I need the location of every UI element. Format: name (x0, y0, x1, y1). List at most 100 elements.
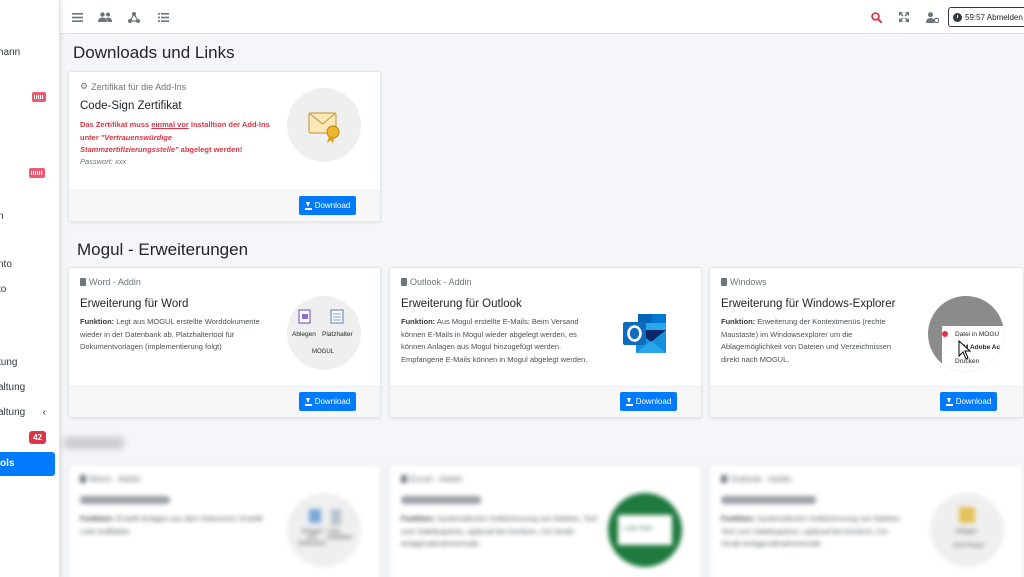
sidebar-item-label: n (0, 207, 4, 227)
sidebar-item-1[interactable] (0, 87, 59, 107)
card-footer: Download (710, 386, 1023, 417)
logout-timer-button[interactable]: 59:57 Abmelden (948, 7, 1024, 27)
card-description: Funktion: Erweiterung der Kontextmenüs (… (721, 316, 911, 366)
card-header-label: Word - Addin (89, 474, 141, 484)
card-footer: Download (390, 386, 701, 417)
download-button[interactable]: Download (299, 196, 356, 215)
blurred-ribbon-icon: Ablagen (AA) Pause (930, 493, 1004, 567)
blurred-title (80, 496, 170, 504)
download-button[interactable]: Download (299, 392, 356, 411)
card-header-label: Outlook - Addin (730, 474, 792, 484)
gear-icon: ⚙ (80, 81, 89, 91)
sidebar-item-label: altung (0, 382, 26, 393)
function-label: Funktion: (721, 514, 756, 523)
user-settings-icon[interactable] (924, 9, 940, 25)
card-header: Word - Addin (80, 277, 141, 287)
blurred-card-excel: Excel - Addin Funktion: Systematische Um… (389, 464, 702, 577)
clock-icon (953, 12, 962, 22)
card-header-label: Zertifikat für die Add-Ins (91, 81, 187, 92)
card-header: Windows (721, 277, 767, 287)
sidebar-user-name[interactable]: hann (0, 43, 59, 63)
sidebar-item-tools-active[interactable]: ols (0, 452, 55, 476)
certificate-password: Passwort: xxx (80, 157, 127, 166)
mogul-heading: Mogul - Erweiterungen (77, 240, 249, 259)
context-menu-screenshot: Datei in MOGU M Adobe Ac Drucken (928, 296, 1004, 372)
download-button[interactable]: Download (940, 392, 997, 411)
card-title: Erweiterung für Outlook (401, 298, 522, 310)
download-icon (304, 201, 312, 210)
search-icon[interactable] (868, 9, 884, 25)
card-footer: Download (69, 190, 380, 221)
function-label: Funktion: (80, 317, 115, 326)
file-icon (80, 278, 86, 286)
users-icon[interactable] (97, 9, 113, 25)
sidebar: hann n nto to tung altung altung ‹ 42 ol… (0, 0, 60, 577)
file-icon (721, 475, 727, 483)
function-label: Funktion: (721, 317, 756, 326)
file-icon (401, 278, 407, 286)
sidebar-item-label: nto (0, 259, 12, 270)
windows-explorer-card: Windows Erweiterung für Windows-Explorer… (709, 267, 1024, 418)
card-description: Funktion: Legt aus MOGUL erstellte Wordd… (80, 316, 270, 354)
sidebar-item-label: tung (0, 357, 18, 368)
card-header: Outlook - Addin (721, 474, 792, 484)
blurred-icon-label: (AA) Pause (953, 543, 984, 549)
word-addin-card: Word - Addin Erweiterung für Word Funkti… (68, 267, 381, 418)
sidebar-item-4[interactable]: nto (0, 255, 59, 275)
sidebar-item-5[interactable]: to (0, 280, 59, 300)
blurred-icon-shape (331, 509, 341, 525)
blurred-section-heading (64, 437, 124, 449)
blurred-card-word: Word - Addin Funktion: Erstellt Anlagen … (68, 464, 381, 577)
sidebar-item-2[interactable] (0, 163, 59, 183)
card-footer: Download (69, 386, 380, 417)
card-description: Funktion: Systematische Umbenennung von … (401, 513, 601, 551)
file-icon (721, 278, 727, 286)
warning-emphasis: einmal vor (151, 120, 189, 129)
sidebar-item-8[interactable]: altung ‹ (0, 403, 59, 423)
download-icon (625, 397, 633, 406)
ribbon-group-label: MOGUL (312, 349, 335, 355)
sidebar-item-label: ols (0, 458, 15, 469)
certificate-icon (287, 88, 361, 162)
function-label: Funktion: (401, 514, 436, 523)
list-icon[interactable] (155, 9, 171, 25)
blurred-icon-shape (309, 509, 321, 523)
card-title: Erweiterung für Word (80, 298, 189, 310)
sidebar-pill-badge (32, 92, 46, 102)
blurred-title (721, 496, 816, 504)
excel-logo-icon: Leitz-Tools (608, 493, 682, 567)
card-header-label: Windows (730, 277, 767, 287)
card-header: Excel - Addin (401, 474, 463, 484)
download-button-label: Download (635, 397, 672, 406)
chevron-left-icon: ‹ (42, 407, 46, 418)
certificate-warning: Das Zertifikat muss einmal vor Installti… (80, 119, 270, 157)
ribbon-label-ablegen: Ablegen (292, 331, 316, 338)
warning-text: Das Zertifikat muss (80, 120, 152, 129)
sidebar-item-7[interactable]: altung (0, 378, 59, 398)
card-description: Funktion: Erstellt Anlagen aus dem Dokum… (80, 513, 270, 538)
card-header-label: Excel - Addin (410, 474, 463, 484)
card-header: Word - Addin (80, 474, 141, 484)
download-icon (304, 397, 312, 406)
cursor-icon (958, 340, 972, 360)
blurred-icon-label: Anlagen aus Dokument (298, 529, 326, 547)
sidebar-pill-badge (29, 168, 45, 178)
mogul-logo-icon (942, 331, 948, 337)
fullscreen-icon[interactable] (896, 9, 912, 25)
sidebar-item-3[interactable]: n (0, 207, 59, 227)
download-button[interactable]: Download (620, 392, 677, 411)
download-button-label: Download (314, 201, 351, 210)
outlook-logo-icon (608, 296, 682, 370)
blurred-icon-label: Leitz-Tools (624, 526, 653, 532)
downloads-heading: Downloads und Links (73, 43, 235, 62)
blurred-card-outlook: Outlook - Addin Funktion: Systematische … (709, 464, 1024, 577)
notification-count-badge: 42 (29, 431, 46, 444)
sidebar-item-label: to (0, 284, 7, 295)
card-header: ⚙ Zertifikat für die Add-Ins (80, 81, 186, 92)
outlook-addin-card: Outlook - Addin Erweiterung für Outlook … (389, 267, 702, 418)
menu-icon[interactable] (69, 9, 85, 25)
function-label: Funktion: (80, 514, 115, 523)
sidebar-item-9[interactable]: 42 (0, 428, 59, 448)
sidebar-item-6[interactable]: tung (0, 353, 59, 373)
network-icon[interactable] (126, 9, 142, 25)
